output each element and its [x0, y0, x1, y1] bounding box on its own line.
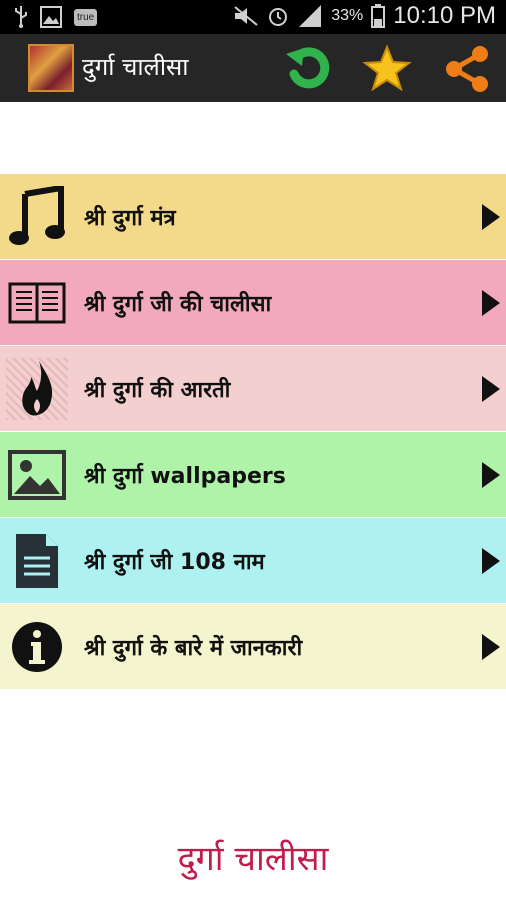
- chevron-right-icon: [482, 634, 500, 660]
- book-icon: [8, 282, 66, 324]
- app-title: दुर्गा चालीसा: [82, 53, 189, 81]
- battery-percent: 33%: [331, 7, 364, 24]
- status-bar: true 33% 10:10 PM: [0, 0, 506, 34]
- status-right: 33% 10:10 PM: [233, 2, 496, 30]
- app-logo[interactable]: [28, 44, 74, 92]
- info-icon: [12, 622, 62, 672]
- mute-icon: [234, 6, 258, 26]
- document-icon: [16, 534, 58, 588]
- chevron-right-icon: [482, 462, 500, 488]
- menu-item-label: श्री दुर्गा मंत्र: [84, 206, 176, 231]
- signal-icon: [299, 5, 322, 27]
- menu-item-wallpapers[interactable]: श्री दुर्गा wallpapers: [0, 432, 506, 518]
- menu-item-chalisa[interactable]: श्री दुर्गा जी की चालीसा: [0, 260, 506, 346]
- star-icon[interactable]: [362, 44, 412, 94]
- menu-item-108-names[interactable]: श्री दुर्गा जी 108 नाम: [0, 518, 506, 604]
- menu-item-information[interactable]: श्री दुर्गा के बारे में जानकारी: [0, 604, 506, 690]
- status-left: true: [14, 6, 98, 28]
- menu-item-label: श्री दुर्गा जी की चालीसा: [84, 292, 272, 317]
- chevron-right-icon: [482, 290, 500, 316]
- menu-item-aarti[interactable]: श्री दुर्गा की आरती: [0, 346, 506, 432]
- flame-icon: [22, 361, 53, 416]
- menu-item-label: श्री दुर्गा wallpapers: [84, 464, 286, 489]
- share-icon[interactable]: [442, 44, 492, 94]
- app-bar: दुर्गा चालीसा: [0, 34, 506, 102]
- true-badge: true: [74, 8, 98, 26]
- music-note-icon: [9, 186, 65, 245]
- chevron-right-icon: [482, 376, 500, 402]
- menu-item-mantra[interactable]: श्री दुर्गा मंत्र: [0, 174, 506, 260]
- usb-icon: [15, 6, 27, 28]
- chevron-right-icon: [482, 548, 500, 574]
- footer-title: दुर्गा चालीसा: [177, 839, 329, 879]
- chevron-right-icon: [482, 204, 500, 230]
- menu-item-label: श्री दुर्गा की आरती: [84, 378, 231, 403]
- image-icon: [40, 6, 62, 28]
- refresh-icon[interactable]: [284, 44, 334, 94]
- picture-icon: [8, 450, 66, 500]
- menu-item-label: श्री दुर्गा के बारे में जानकारी: [84, 636, 303, 661]
- battery-icon: [371, 4, 386, 28]
- menu-item-label: श्री दुर्गा जी 108 नाम: [84, 550, 265, 575]
- clock: 10:10 PM: [393, 2, 496, 29]
- menu-list: श्री दुर्गा मंत्र श्री दुर्गा जी की चाली…: [0, 174, 506, 690]
- alarm-icon: [269, 8, 288, 26]
